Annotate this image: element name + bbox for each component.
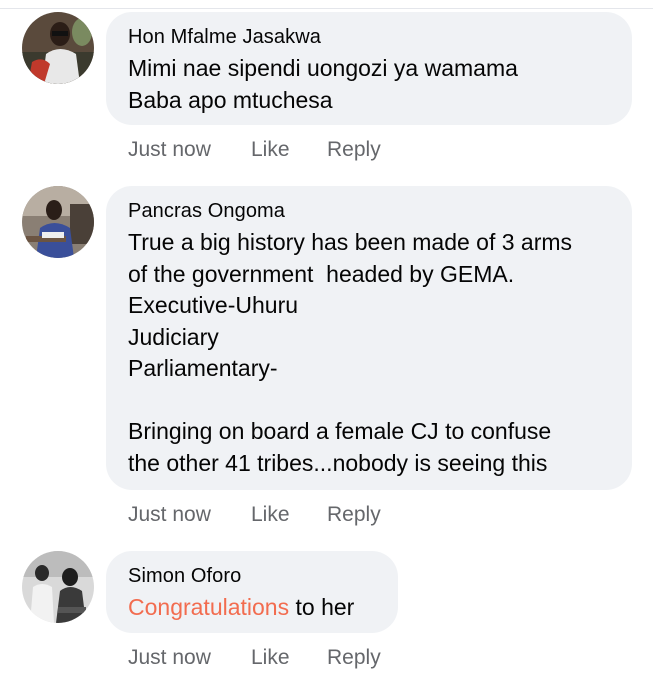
comment-text-line: the other 41 tribes...nobody is seeing t… xyxy=(128,449,548,476)
avatar[interactable] xyxy=(22,551,94,623)
comment-text-line: Baba apo mtuchesa xyxy=(128,86,333,113)
comment-text-blank-line: ​ xyxy=(128,385,610,417)
reply-button[interactable]: Reply xyxy=(327,646,381,670)
comment-timestamp[interactable]: Just now xyxy=(128,503,211,527)
reply-button[interactable]: Reply xyxy=(327,503,381,527)
comment-text-line: Bringing on board a female CJ to confuse xyxy=(128,418,552,444)
comment-text: to her xyxy=(289,594,355,620)
avatar[interactable] xyxy=(22,186,94,258)
comment-timestamp[interactable]: Just now xyxy=(128,138,211,162)
comment-bubble: Pancras Ongoma True a big history has be… xyxy=(106,186,632,490)
comment-author[interactable]: Simon Oforo xyxy=(128,564,376,588)
like-button[interactable]: Like xyxy=(251,646,290,670)
comment-text-line: True a big history has been made of 3 ar… xyxy=(128,229,573,255)
comment-text-line: Parliamentary- xyxy=(128,355,278,381)
like-button[interactable]: Like xyxy=(251,503,290,527)
comment-text-line: of the government headed by GEMA. xyxy=(128,260,515,287)
reply-button[interactable]: Reply xyxy=(327,138,381,162)
mention-link[interactable]: Congratulations xyxy=(128,594,289,620)
comment-author[interactable]: Pancras Ongoma xyxy=(128,199,610,223)
avatar[interactable] xyxy=(22,12,94,84)
like-button[interactable]: Like xyxy=(251,138,290,162)
comment-author[interactable]: Hon Mfalme Jasakwa xyxy=(128,25,610,49)
comment-bubble: Simon Oforo Congratulations to her xyxy=(106,551,398,633)
comment-text-line: Mimi nae sipendi uongozi ya wamama xyxy=(128,55,518,81)
top-divider xyxy=(0,0,653,9)
comment-timestamp[interactable]: Just now xyxy=(128,646,211,670)
comment-text-line: Judiciary xyxy=(128,323,219,350)
comment-text-line: Congratulations to her xyxy=(128,592,376,624)
comment-text-line: Executive-Uhuru xyxy=(128,292,299,318)
comment-bubble: Hon Mfalme Jasakwa Mimi nae sipendi uong… xyxy=(106,12,632,125)
